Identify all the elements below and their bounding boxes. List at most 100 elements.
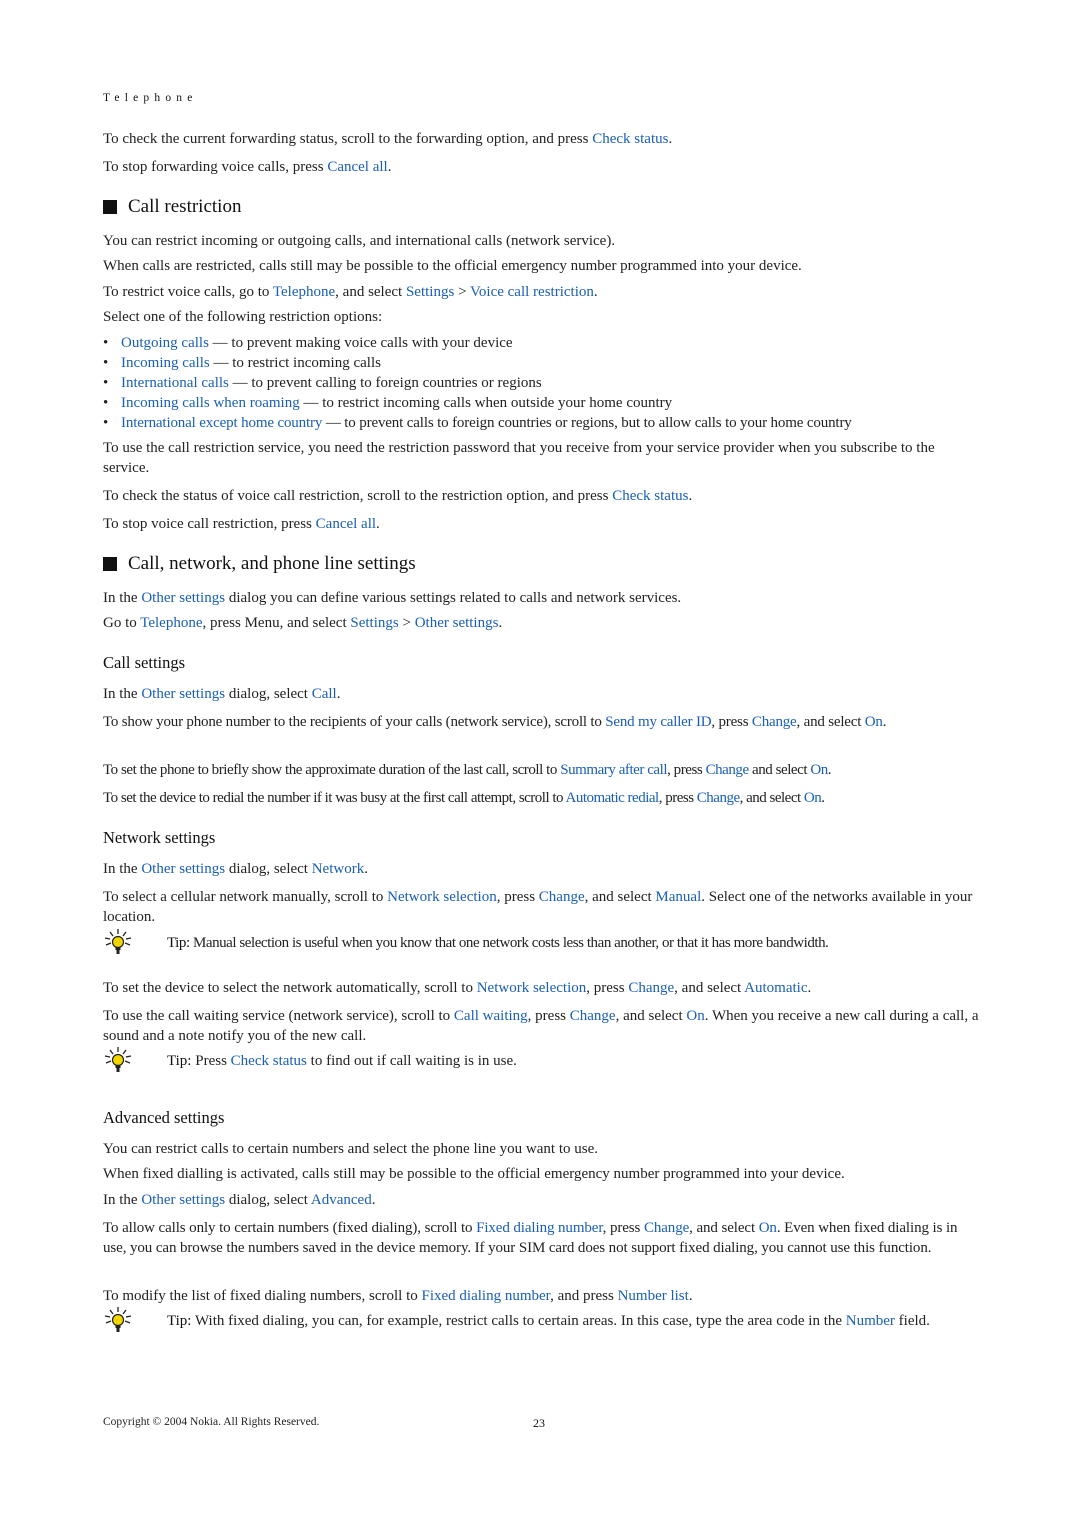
paragraph: To check the current forwarding status, … [103,129,979,149]
outgoing-calls-link[interactable]: Outgoing calls [121,335,209,351]
settings-link[interactable]: Settings [406,284,454,300]
check-status-link[interactable]: Check status [592,131,668,147]
paragraph: To stop voice call restriction, press Ca… [103,514,979,534]
automatic-link[interactable]: Automatic [744,980,807,996]
text: , press [527,1008,570,1024]
cancel-all-link[interactable]: Cancel all [316,516,376,532]
network-selection-link[interactable]: Network selection [387,889,497,905]
text: . [336,686,341,702]
bullet-icon: • [103,375,109,391]
fixed-dialing-number-link[interactable]: Fixed dialing number [422,1288,551,1304]
change-link[interactable]: Change [644,1220,689,1236]
section-heading-call-restriction: Call restriction [103,196,241,218]
text: . [668,131,673,147]
other-settings-link[interactable]: Other settings [415,615,499,631]
text: . [827,762,832,778]
running-header: Telephone [103,92,198,104]
other-settings-link[interactable]: Other settings [141,1192,225,1208]
list-item: • International except home country — to … [103,413,1003,433]
check-status-link[interactable]: Check status [612,488,688,504]
voice-call-restriction-link[interactable]: Voice call restriction [470,284,594,300]
on-link[interactable]: On [686,1008,704,1024]
section-heading-call-network-settings: Call, network, and phone line settings [103,553,416,575]
separator: > [454,284,471,300]
text: To show your phone number to the recipie… [103,714,606,730]
change-link[interactable]: Change [697,790,740,806]
tip-text: Tip: Manual selection is useful when you… [167,933,979,953]
international-calls-link[interactable]: International calls [121,375,229,391]
change-link[interactable]: Change [706,762,750,778]
paragraph: To set the device to select the network … [103,978,979,998]
bullet-icon: • [103,335,109,351]
text: To stop voice call restriction, press [103,516,316,532]
manual-link[interactable]: Manual [655,889,701,905]
other-settings-link[interactable]: Other settings [141,590,225,606]
incoming-calls-link[interactable]: Incoming calls [121,355,210,371]
telephone-link[interactable]: Telephone [140,615,202,631]
option-description: — to prevent making voice calls with you… [208,335,513,351]
paragraph: To show your phone number to the recipie… [103,712,979,732]
on-link[interactable]: On [759,1220,777,1236]
paragraph: To check the status of voice call restri… [103,486,979,506]
change-link[interactable]: Change [628,980,674,996]
list-item: • Incoming calls — to restrict incoming c… [103,353,1003,373]
text: . [807,980,812,996]
heading-text: Call, network, and phone line settings [128,553,416,574]
settings-link[interactable]: Settings [350,615,398,631]
number-list-link[interactable]: Number list [618,1288,689,1304]
text: To set the device to select the network … [103,980,477,996]
check-status-link[interactable]: Check status [231,1053,307,1069]
text: . [387,159,392,175]
automatic-redial-link[interactable]: Automatic redial [565,790,659,806]
text: , and select [689,1220,759,1236]
text: To set the device to redial the number i… [103,790,566,806]
summary-after-call-link[interactable]: Summary after call [560,762,667,778]
on-link[interactable]: On [804,790,822,806]
text: , and select [615,1008,687,1024]
on-link[interactable]: On [810,762,828,778]
page-number: 23 [533,1416,545,1430]
other-settings-link[interactable]: Other settings [141,686,225,702]
fixed-dialing-number-link[interactable]: Fixed dialing number [476,1220,603,1236]
paragraph: In the Other settings dialog, select Adv… [103,1190,979,1210]
copyright-footer: Copyright © 2004 Nokia. All Rights Reser… [103,1416,320,1428]
other-settings-link[interactable]: Other settings [141,861,225,877]
call-waiting-link[interactable]: Call waiting [454,1008,528,1024]
text: To check the status of voice call restri… [103,488,613,504]
text: , press [711,714,752,730]
paragraph: To use the call waiting service (network… [103,1006,979,1046]
text: . [364,861,368,877]
international-except-home-link[interactable]: International except home country [121,415,322,431]
paragraph: To set the device to redial the number i… [103,788,979,808]
on-link[interactable]: On [865,714,883,730]
telephone-link[interactable]: Telephone [273,284,335,300]
text: dialog, select [225,686,312,702]
number-field-link[interactable]: Number [846,1313,895,1329]
paragraph: When calls are restricted, calls still m… [103,258,802,274]
advanced-link[interactable]: Advanced [311,1192,372,1208]
subsection-heading-advanced-settings: Advanced settings [103,1108,225,1127]
change-link[interactable]: Change [570,1008,616,1024]
incoming-calls-roaming-link[interactable]: Incoming calls when roaming [121,395,300,411]
network-link[interactable]: Network [312,861,365,877]
change-link[interactable]: Change [539,889,585,905]
text: To allow calls only to certain numbers (… [103,1220,477,1236]
text: Go to [103,615,141,631]
change-link[interactable]: Change [752,714,797,730]
bullet-icon: • [103,395,109,411]
text: With fixed dialing, you can, for example… [191,1313,846,1329]
cancel-all-link[interactable]: Cancel all [327,159,387,175]
text: To stop forwarding voice calls, press [103,159,328,175]
tip-text: Tip: Press Check status to find out if c… [167,1051,979,1071]
send-my-caller-id-link[interactable]: Send my caller ID [605,714,711,730]
tip-label: Tip: [167,935,190,951]
restriction-options-list: • Outgoing calls — to prevent making voic… [103,333,1003,433]
network-selection-link[interactable]: Network selection [477,980,587,996]
paragraph: You can restrict incoming or outgoing ca… [103,233,616,249]
text: To use the call waiting service (network… [103,1008,454,1024]
call-link[interactable]: Call [312,686,337,702]
text: and select [748,762,811,778]
list-item: • Outgoing calls — to prevent making voic… [103,333,1003,353]
square-bullet-icon [103,557,117,571]
text: To modify the list of fixed dialing numb… [103,1288,422,1304]
